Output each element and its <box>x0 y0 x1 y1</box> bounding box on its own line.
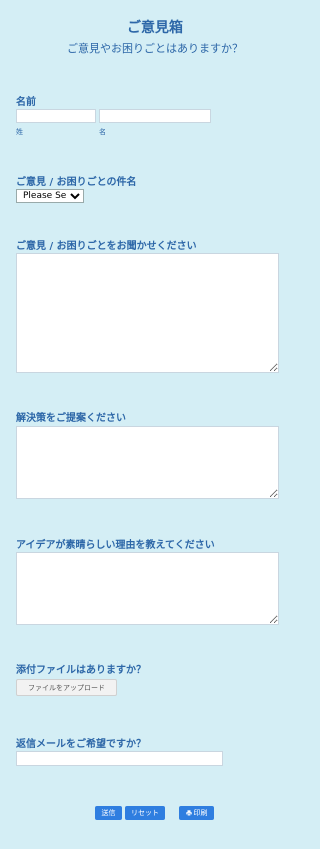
solution-label: 解決策をご提案ください <box>16 413 126 424</box>
printer-icon <box>185 810 192 816</box>
last-name-sublabel: 姓 <box>16 128 23 136</box>
feedback-form: ご意見箱 ご意見やお困りごとはありますか？ 名前 姓 名 ご意見 / お困りごと… <box>0 0 310 849</box>
reason-label: アイデアが素晴らしい理由を教えてください <box>16 540 215 551</box>
attachment-label: 添付ファイルはありますか？ <box>16 665 146 676</box>
first-name-sublabel: 名 <box>99 128 106 136</box>
last-name-input[interactable] <box>16 109 96 123</box>
print-button-label: 印刷 <box>193 809 208 817</box>
reply-email-input[interactable] <box>16 751 223 766</box>
first-name-input[interactable] <box>99 109 211 123</box>
subject-select[interactable]: Please Select <box>16 189 84 203</box>
detail-label: ご意見 / お困りごとをお聞かせください <box>16 241 197 252</box>
reset-button[interactable]: リセット <box>125 806 165 820</box>
name-label: 名前 <box>16 97 36 108</box>
subject-label: ご意見 / お困りごとの件名 <box>16 177 137 188</box>
upload-file-button[interactable]: ファイルをアップロード <box>16 679 117 696</box>
submit-button[interactable]: 送信 <box>95 806 122 820</box>
form-title: ご意見箱 <box>127 20 183 36</box>
print-button[interactable]: 印刷 <box>179 806 214 820</box>
reason-textarea[interactable] <box>16 552 279 625</box>
detail-textarea[interactable] <box>16 253 279 373</box>
reply-email-label: 返信メールをご希望ですか？ <box>16 739 146 750</box>
form-subtitle: ご意見やお困りごとはありますか？ <box>67 42 243 55</box>
solution-textarea[interactable] <box>16 426 279 499</box>
